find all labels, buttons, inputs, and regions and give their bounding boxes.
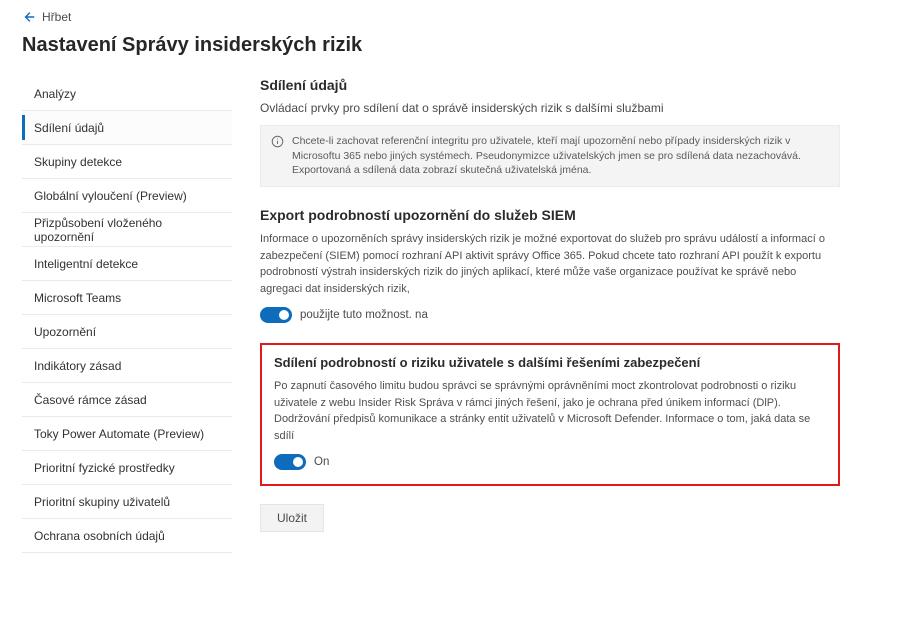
siem-export-toggle[interactable] (260, 307, 292, 323)
sidebar-item-label: Analýzy (34, 87, 76, 101)
section-heading: Export podrobností upozornění do služeb … (260, 207, 840, 223)
toggle-label: On (314, 456, 329, 468)
sidebar-item-inteligentni-detekce[interactable]: Inteligentní detekce (22, 247, 232, 281)
sidebar-item-prioritni-fyzicke[interactable]: Prioritní fyzické prostředky (22, 451, 232, 485)
sidebar-item-power-automate[interactable]: Toky Power Automate (Preview) (22, 417, 232, 451)
sidebar-item-skupiny-detekce[interactable]: Skupiny detekce (22, 145, 232, 179)
sidebar-item-analyzy[interactable]: Analýzy (22, 77, 232, 111)
settings-sidebar: Analýzy Sdílení údajů Skupiny detekce Gl… (22, 77, 232, 553)
section-siem-export: Export podrobností upozornění do služeb … (260, 207, 840, 323)
sidebar-item-label: Přizpůsobení vloženého upozornění (34, 216, 224, 244)
sidebar-item-label: Inteligentní detekce (34, 257, 138, 271)
section-user-risk-sharing-highlight: Sdílení podrobností o riziku uživatele s… (260, 343, 840, 486)
back-link[interactable]: Hřbet (0, 0, 71, 28)
main-content: Sdílení údajů Ovládací prvky pro sdílení… (260, 77, 840, 553)
sidebar-item-indikatory-zasad[interactable]: Indikátory zásad (22, 349, 232, 383)
sidebar-item-label: Globální vyloučení (Preview) (34, 189, 187, 203)
section-data-sharing: Sdílení údajů Ovládací prvky pro sdílení… (260, 77, 840, 187)
sidebar-item-microsoft-teams[interactable]: Microsoft Teams (22, 281, 232, 315)
sidebar-item-label: Časové rámce zásad (34, 393, 147, 407)
arrow-left-icon (22, 10, 36, 24)
sidebar-item-label: Skupiny detekce (34, 155, 122, 169)
info-callout: Chcete-li zachovat referenční integritu … (260, 125, 840, 187)
sidebar-item-globalni-vylouceni[interactable]: Globální vyloučení (Preview) (22, 179, 232, 213)
section-body: Po zapnutí časového limitu budou správci… (274, 378, 826, 444)
sidebar-item-label: Indikátory zásad (34, 359, 121, 373)
page-title: Nastavení Správy insiderských rizik (0, 28, 900, 77)
toggle-label: použijte tuto možnost. na (300, 309, 428, 321)
sidebar-item-label: Sdílení údajů (34, 121, 104, 135)
sidebar-item-label: Toky Power Automate (Preview) (34, 427, 204, 441)
section-heading: Sdílení podrobností o riziku uživatele s… (274, 355, 826, 370)
sidebar-item-upozorneni[interactable]: Upozornění (22, 315, 232, 349)
sidebar-item-label: Microsoft Teams (34, 291, 121, 305)
section-subtext: Ovládací prvky pro sdílení dat o správě … (260, 101, 840, 115)
siem-toggle-row: použijte tuto možnost. na (260, 307, 840, 323)
info-icon (271, 135, 284, 148)
sidebar-item-prioritni-skupiny[interactable]: Prioritní skupiny uživatelů (22, 485, 232, 519)
sidebar-item-label: Prioritní fyzické prostředky (34, 461, 175, 475)
back-label: Hřbet (42, 10, 71, 24)
section-heading: Sdílení údajů (260, 77, 840, 93)
sidebar-item-label: Upozornění (34, 325, 96, 339)
sidebar-item-prizpusobeni-upozorneni[interactable]: Přizpůsobení vloženého upozornění (22, 213, 232, 247)
sidebar-item-casove-ramce[interactable]: Časové rámce zásad (22, 383, 232, 417)
sidebar-item-label: Prioritní skupiny uživatelů (34, 495, 170, 509)
sidebar-item-ochrana-osobnich[interactable]: Ochrana osobních údajů (22, 519, 232, 553)
user-risk-sharing-toggle[interactable] (274, 454, 306, 470)
sidebar-item-sdileni-udaju[interactable]: Sdílení údajů (22, 111, 232, 145)
user-risk-toggle-row: On (274, 454, 826, 470)
save-button[interactable]: Uložit (260, 504, 324, 532)
section-body: Informace o upozorněních správy insiders… (260, 231, 840, 297)
sidebar-item-label: Ochrana osobních údajů (34, 529, 165, 543)
info-text: Chcete-li zachovat referenční integritu … (292, 134, 829, 178)
